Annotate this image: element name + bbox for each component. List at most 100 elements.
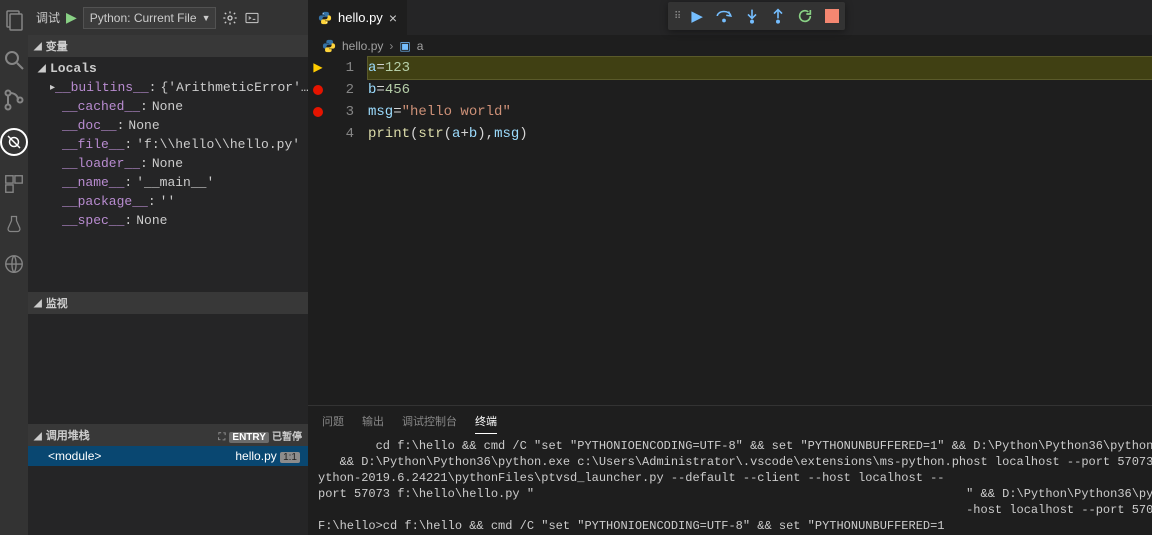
variable-row[interactable]: __spec__:None [28,211,308,230]
variable-row[interactable]: __doc__:None [28,116,308,135]
search-icon[interactable] [2,48,26,72]
breadcrumb[interactable]: hello.py › ▣ a [308,35,1152,57]
panel-tabs: 问题 输出 调试控制台 终端 [308,406,1152,436]
line-number: 1 [328,57,368,79]
watch-section: ◢ 监视 [28,292,308,424]
variable-value: None [128,118,159,133]
chevron-down-icon: ◢ [34,41,42,52]
variable-value: None [152,99,183,114]
breakpoint-gutter[interactable]: ▶ [308,57,328,79]
breakpoint-gutter[interactable] [308,107,328,117]
variable-name: __file__ [62,137,124,152]
continue-button[interactable]: ▶ [691,7,703,25]
watch-title: 监视 [46,295,68,311]
tab-debug-console[interactable]: 调试控制台 [402,409,457,433]
line-number: 4 [328,123,368,145]
code-line[interactable]: a=123 [368,57,1152,79]
breadcrumb-file: hello.py [342,39,383,53]
callstack-section: ◢调用堆栈⛶ENTRY 已暂停<module>hello.py 1:1 [28,424,308,466]
variables-section: ◢ 变量 ◢ Locals▸__builtins__:{'ArithmeticErr… [28,35,308,232]
python-icon [322,39,336,53]
breakpoint-icon[interactable] [313,107,323,117]
variable-name: __spec__ [62,213,124,228]
gutter: ▶ 1234 [308,57,368,405]
terminal-output[interactable]: cd f:\hello && cmd /C "set "PYTHONIOENCO… [308,436,1152,535]
activity-bar [0,0,28,535]
sidebar-title: 调试 [36,9,60,26]
entry-badge: ENTRY [229,432,269,443]
explorer-icon[interactable] [2,8,26,32]
variable-scope[interactable]: ◢ Locals [28,59,308,78]
code-body: a=123b=456msg="hello world"print(str(a+b… [368,57,1152,405]
current-line-icon: ▶ [313,57,322,79]
variable-name: __cached__ [62,99,140,114]
variable-row[interactable]: ▸__builtins__:{'ArithmeticError'… [28,78,308,97]
chevron-down-icon: ◢ [34,431,42,442]
line-number: 2 [328,79,368,101]
debug-icon[interactable] [0,128,28,156]
variable-row[interactable]: __name__:'__main__' [28,173,308,192]
stack-frame[interactable]: <module> hello.py 1:1 [28,446,308,466]
line-number: 3 [328,101,368,123]
variable-row[interactable]: __file__:'f:\\hello\\hello.py' [28,135,308,154]
variable-name: __builtins__ [55,80,149,95]
callstack-status: 已暂停 [272,432,302,443]
watch-header[interactable]: ◢ 监视 [28,292,308,314]
step-out-button[interactable] [771,8,785,24]
variable-value: 'f:\\hello\\hello.py' [136,137,300,152]
tab-hello-py[interactable]: hello.py × [308,0,407,35]
restart-button[interactable] [797,8,813,24]
variable-name: __name__ [62,175,124,190]
drag-handle-icon[interactable]: ⠿ [674,11,679,22]
code-line[interactable]: print(str(a+b),msg) [368,123,1152,145]
variable-name: __loader__ [62,156,140,171]
editor-area: ⠿ ▶ hello.py × hello.py › ▣ a [308,0,1152,535]
step-over-button[interactable] [715,8,733,24]
start-debug-button[interactable]: ▶ [66,9,77,26]
tab-problems[interactable]: 问题 [322,409,344,433]
variable-value: {'ArithmeticError'… [160,80,308,95]
bottom-panel: 问题 输出 调试控制台 终端 cd f:\hello && cmd /C "se… [308,405,1152,535]
variable-name: __package__ [62,194,148,209]
step-into-button[interactable] [745,8,759,24]
variable-name: __doc__ [62,118,117,133]
variables-header[interactable]: ◢ 变量 [28,35,308,57]
debug-toolbar: ⠿ ▶ [668,2,845,30]
code-line[interactable]: b=456 [368,79,1152,101]
stop-button[interactable] [825,9,839,23]
variable-value: '' [160,194,176,209]
test-icon[interactable] [2,212,26,236]
variable-value: None [136,213,167,228]
watch-body [28,314,308,424]
chevron-down-icon: ◢ [34,298,42,309]
callstack-title: 调用堆栈 [46,430,90,442]
frame-file: hello.py [235,449,276,463]
variable-row[interactable]: __loader__:None [28,154,308,173]
variable-row[interactable]: __cached__:None [28,97,308,116]
gear-icon[interactable] [222,10,238,26]
variable-row[interactable]: __package__:'' [28,192,308,211]
chevron-down-icon: ◢ [38,63,50,75]
callstack-header[interactable]: ◢调用堆栈⛶ENTRY 已暂停 [28,424,308,446]
variables-body: ◢ Locals▸__builtins__:{'ArithmeticError'… [28,57,308,232]
symbol-icon: ▣ [399,39,410,53]
frame-pos: 1:1 [280,452,300,463]
breakpoint-icon[interactable] [313,85,323,95]
breakpoint-gutter[interactable] [308,85,328,95]
tab-terminal[interactable]: 终端 [475,409,497,434]
scm-icon[interactable] [2,88,26,112]
breadcrumb-symbol: a [417,39,424,53]
code-editor[interactable]: ▶ 1234 a=123b=456msg="hello world"print(s… [308,57,1152,405]
tab-output[interactable]: 输出 [362,409,384,433]
extensions-icon[interactable] [2,172,26,196]
variables-title: 变量 [46,38,68,54]
console-icon[interactable] [244,10,260,26]
code-line[interactable]: msg="hello world" [368,101,1152,123]
remote-icon[interactable] [2,252,26,276]
variable-value: None [152,156,183,171]
debug-header: 调试 ▶ Python: Current File [28,0,308,35]
close-icon[interactable]: × [389,10,397,26]
python-icon [318,11,332,25]
debug-config-select[interactable]: Python: Current File [83,7,216,29]
frame-name: <module> [48,449,101,463]
